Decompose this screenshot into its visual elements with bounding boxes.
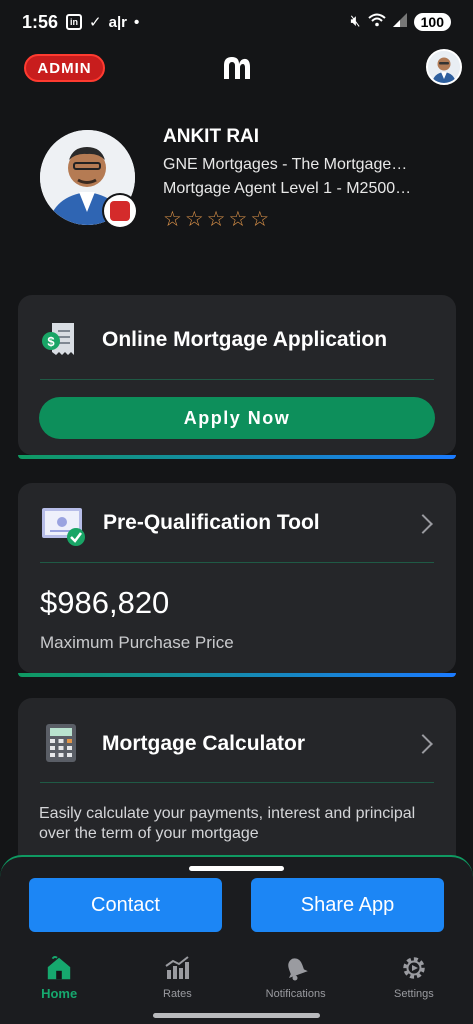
card-title: Pre-Qualification Tool (103, 511, 320, 534)
profile-role: Mortgage Agent Level 1 - M2500… (163, 180, 412, 197)
tab-notifications[interactable]: Notifications (237, 942, 355, 1004)
chart-bars-icon (163, 954, 191, 982)
user-avatar[interactable] (426, 49, 462, 85)
prequalification-card[interactable]: Pre-Qualification Tool $986,820 Maximum … (18, 483, 456, 677)
mute-icon: 🔇︎ (350, 13, 361, 30)
sheet-drag-handle[interactable] (189, 866, 284, 871)
bell-icon (282, 954, 310, 982)
check-icon: ✓ (89, 14, 102, 31)
star-icon[interactable]: ☆ (163, 207, 182, 232)
star-icon[interactable]: ☆ (207, 207, 226, 232)
tab-label: Notifications (265, 988, 326, 1000)
calculator-icon (45, 723, 77, 768)
apply-now-button[interactable]: Apply Now (39, 397, 435, 439)
home-icon (45, 954, 73, 982)
battery-indicator: 100 (413, 13, 451, 31)
chevron-right-icon[interactable] (413, 734, 433, 754)
card-title: Mortgage Calculator (102, 732, 306, 755)
profile-name: ANKIT RAI (163, 126, 260, 147)
signal-icon (392, 12, 407, 32)
linkedin-icon: in (66, 14, 83, 30)
tab-label: Settings (394, 988, 434, 1000)
tab-settings[interactable]: Settings (355, 942, 473, 1004)
air-icon: a|r (108, 13, 127, 31)
max-purchase-amount: $986,820 (40, 585, 170, 620)
star-icon[interactable]: ☆ (250, 207, 269, 232)
certificate-check-icon (40, 505, 88, 552)
home-indicator (153, 1013, 320, 1018)
admin-badge[interactable]: ADMIN (24, 54, 105, 82)
online-application-card[interactable]: $ Online Mortgage Application Apply Now (18, 295, 456, 459)
status-bar: 1:56 in ✓ a|r • 🔇︎ 100 (0, 0, 473, 44)
tab-label: Home (41, 986, 78, 1001)
star-icon[interactable]: ☆ (228, 207, 247, 232)
wifi-icon (367, 13, 386, 32)
max-purchase-label: Maximum Purchase Price (40, 633, 234, 652)
bottom-tab-bar: Home Rates Notifications Settings (0, 942, 473, 1004)
tab-label: Rates (163, 988, 192, 1000)
calculator-description: Easily calculate your payments, interest… (39, 805, 416, 842)
rating-stars[interactable]: ☆ ☆ ☆ ☆ ☆ (163, 207, 269, 232)
brand-logo-icon (222, 55, 252, 81)
mortgage-calculator-card[interactable]: Mortgage Calculator Easily calculate you… (18, 698, 456, 872)
card-title: Online Mortgage Application (102, 328, 388, 351)
chevron-right-icon[interactable] (413, 514, 433, 534)
tab-rates[interactable]: Rates (118, 942, 236, 1004)
status-time: 1:56 (22, 11, 59, 32)
share-app-button[interactable]: Share App (251, 878, 444, 932)
svg-text:$: $ (47, 334, 55, 349)
dot-icon: • (134, 13, 140, 31)
profile-company: GNE Mortgages - The Mortgage… (163, 156, 408, 173)
contact-button[interactable]: Contact (29, 878, 222, 932)
gear-icon (400, 954, 428, 982)
receipt-dollar-icon: $ (40, 319, 80, 364)
brand-badge-icon (104, 195, 136, 227)
star-icon[interactable]: ☆ (185, 207, 204, 232)
tab-home[interactable]: Home (0, 942, 118, 1004)
